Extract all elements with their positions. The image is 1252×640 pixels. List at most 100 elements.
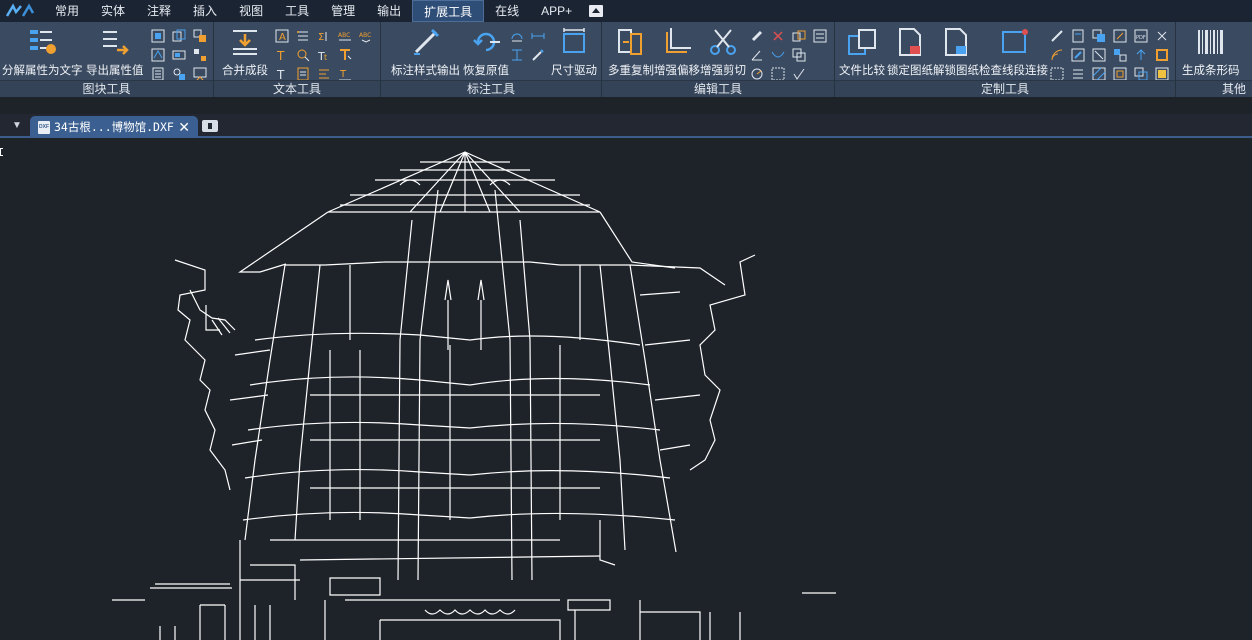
menu-shiti[interactable]: 实体 (90, 0, 136, 22)
group-text-tools: 合并成段 ▾ A Σ ABC ABC T Tt T T 文本工具 (214, 22, 381, 97)
explode-attr-to-text-button[interactable]: 分解属性为文字 (2, 26, 83, 78)
cad-application: 常用 实体 注释 插入 视图 工具 管理 输出 扩展工具 在线 APP+ 分解属… (0, 0, 1252, 640)
lock-drawing-button[interactable]: 锁定图纸 (887, 26, 933, 78)
menu-charu[interactable]: 插入 (182, 0, 228, 22)
block-copy-icon[interactable] (171, 28, 187, 44)
text-height-icon[interactable]: T (274, 47, 290, 63)
text-abc-icon[interactable]: ABC (337, 28, 353, 44)
check-segments-label: 检查线段连接 (979, 65, 1048, 77)
custom-line-icon[interactable] (1049, 28, 1065, 44)
app-logo-icon[interactable] (0, 0, 44, 22)
group-edit-tools: 多重复制 增强偏移 增强剪切 编辑工具 (602, 22, 835, 97)
restore-original-value-button[interactable]: 恢复原值 (463, 26, 509, 78)
menu-changyong[interactable]: 常用 (44, 0, 90, 22)
block-tools-small-buttons (150, 28, 210, 84)
custom-image-icon[interactable] (1154, 47, 1170, 63)
edit-blank-icon[interactable] (812, 47, 828, 63)
menu-zhushi[interactable]: 注释 (136, 0, 182, 22)
export-attr-value-button[interactable]: 导出属性值 ▾ (86, 26, 144, 86)
text-abc-align-icon[interactable]: ABC (358, 28, 374, 44)
custom-layers-icon[interactable] (1091, 28, 1107, 44)
menu-shuchu[interactable]: 输出 (366, 0, 412, 22)
ribbon-collapse-icon[interactable] (589, 5, 604, 17)
check-segments-button[interactable]: 检查线段连接 (979, 26, 1048, 78)
custom-doc-icon[interactable] (1070, 28, 1086, 44)
other-more-button[interactable]: 生 (1243, 26, 1252, 78)
group-label-other: 其他 (1176, 80, 1252, 97)
delete-x-icon[interactable] (770, 28, 786, 44)
menu-guanli[interactable]: 管理 (320, 0, 366, 22)
restore-value-icon (470, 26, 502, 58)
generate-barcode-button[interactable]: 生成条形码 (1182, 26, 1240, 78)
merge-paragraph-icon (229, 26, 261, 58)
menu-kuozhan-gongju[interactable]: 扩展工具 (412, 0, 485, 22)
curve-icon[interactable] (770, 47, 786, 63)
edit-stack-icon[interactable] (791, 47, 807, 63)
edit-copy-icon[interactable] (791, 28, 807, 44)
enhanced-offset-icon (661, 26, 693, 58)
svg-text:ABC: ABC (338, 32, 350, 39)
custom-pdf-icon[interactable]: PDF (1133, 28, 1149, 44)
ribbon: 分解属性为文字 导出属性值 ▾ (0, 22, 1252, 97)
enhanced-trim-button[interactable]: 增强剪切 (700, 26, 746, 78)
dim-edit-icon[interactable] (530, 47, 546, 63)
merge-paragraph-button[interactable]: 合并成段 ▾ (222, 26, 268, 86)
dimstyle-export-icon (410, 26, 442, 58)
cad-drawing-guggenheim-section (112, 151, 836, 640)
enhanced-offset-label: 增强偏移 (654, 65, 700, 77)
dimstyle-export-button[interactable]: 标注样式输出 ▾ (391, 26, 460, 86)
drawing-canvas[interactable] (0, 138, 1252, 640)
dim-linear-icon[interactable] (530, 28, 546, 44)
text-blank1-icon[interactable] (358, 47, 374, 63)
erase-icon[interactable] (749, 28, 765, 44)
unlock-drawing-button[interactable]: 解锁图纸 (933, 26, 979, 78)
custom-tool-x-icon[interactable] (1154, 28, 1170, 44)
edit-tools-small-buttons (749, 28, 830, 84)
unlock-drawing-label: 解锁图纸 (933, 65, 979, 77)
edit-list-icon[interactable] (812, 28, 828, 44)
text-list-icon[interactable] (295, 28, 311, 44)
dim-arc-icon[interactable] (509, 28, 525, 44)
custom-export-icon[interactable] (1112, 28, 1128, 44)
text-box-icon[interactable]: A (274, 28, 290, 44)
custom-merge-icon[interactable] (1091, 47, 1107, 63)
custom-edit-icon[interactable] (1070, 47, 1086, 63)
dim-drive-button[interactable]: 尺寸驱动 (551, 26, 597, 78)
multi-copy-button[interactable]: 多重复制 (608, 26, 654, 78)
block-explode-icon[interactable] (192, 47, 208, 63)
enhanced-offset-button[interactable]: 增强偏移 (654, 26, 700, 78)
custom-block-icon[interactable] (1112, 47, 1128, 63)
menu-shitu[interactable]: 视图 (228, 0, 274, 22)
text-style-icon[interactable]: Tt (316, 47, 332, 63)
custom-tree-icon[interactable] (1133, 47, 1149, 63)
dim-vertical-icon[interactable] (509, 47, 525, 63)
menu-zaixian[interactable]: 在线 (484, 0, 530, 22)
group-label-edit-tools: 编辑工具 (602, 80, 834, 97)
close-tab-icon[interactable]: ✕ (178, 119, 190, 136)
file-compare-button[interactable]: 文件比较 (839, 26, 885, 78)
text-find-icon[interactable] (295, 47, 311, 63)
block-rename-icon[interactable] (171, 47, 187, 63)
text-number-icon[interactable]: Σ (316, 28, 332, 44)
block-edit-icon[interactable] (150, 28, 166, 44)
angle-icon[interactable] (749, 47, 765, 63)
new-tab-icon[interactable] (202, 120, 218, 132)
svg-text:t: t (324, 53, 327, 62)
menu-app-plus[interactable]: APP+ (530, 0, 583, 22)
dim-drive-icon (558, 26, 590, 58)
menu-bar: 常用 实体 注释 插入 视图 工具 管理 输出 扩展工具 在线 APP+ (0, 0, 1252, 22)
block-replace-icon[interactable] (192, 28, 208, 44)
group-block-tools: 分解属性为文字 导出属性值 ▾ (0, 22, 214, 97)
svg-text:T: T (276, 49, 285, 62)
tab-document[interactable]: DXF 34古根...博物馆.DXF ✕ (30, 116, 198, 138)
lock-file-icon (894, 26, 926, 58)
tab-list-dropdown-icon[interactable]: ▼ (12, 120, 26, 134)
custom-wifi-icon[interactable] (1049, 47, 1065, 63)
block-attr-icon[interactable] (150, 47, 166, 63)
text-explode-icon[interactable] (337, 47, 353, 63)
document-tab-bar: ▼ DXF 34古根...博物馆.DXF ✕ (0, 114, 1252, 138)
lock-drawing-label: 锁定图纸 (887, 65, 933, 77)
menu-gongju[interactable]: 工具 (274, 0, 320, 22)
group-label-block-tools: 图块工具 (0, 80, 213, 97)
svg-text:T: T (339, 69, 347, 80)
